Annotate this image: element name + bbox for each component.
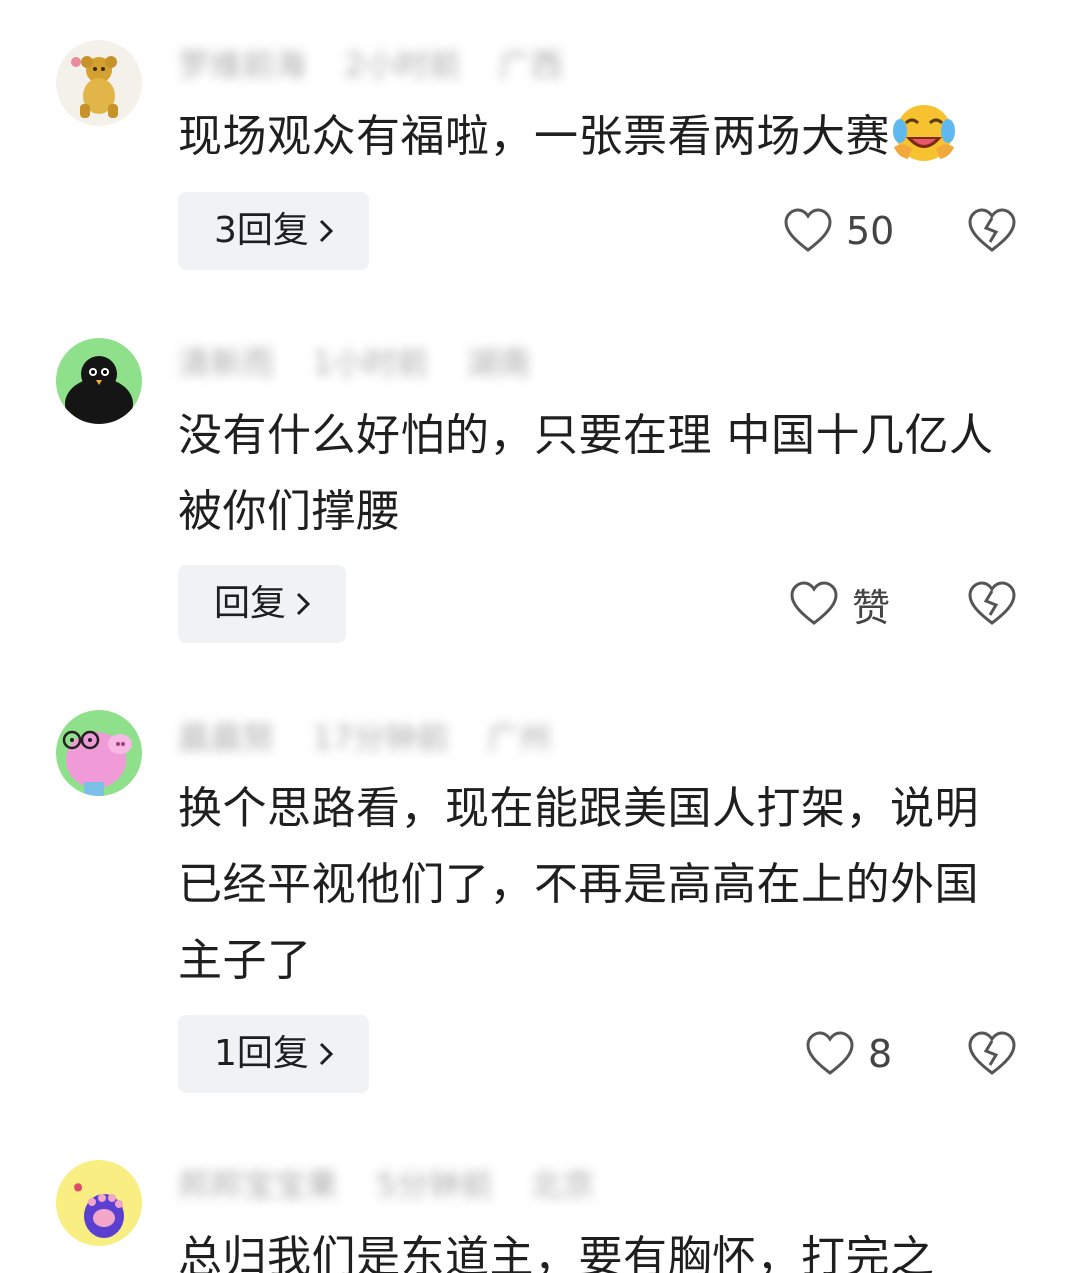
reply-button[interactable]: 1回复 [178,1015,369,1093]
reply-button-label: 1回复 [214,1033,309,1074]
like-button[interactable]: 50 [784,192,894,270]
reply-button[interactable]: 3回复 [178,192,369,270]
heart-outline-icon [784,208,832,252]
comment-meta: 邦邦宝宝果 5分钟前 北京 [178,1165,678,1205]
timestamp: 5分钟前 [376,1166,493,1204]
like-count: 8 [868,1032,893,1076]
username[interactable]: 晨晨努 [178,719,274,757]
like-button[interactable]: 赞 [790,565,890,643]
timestamp: 1小时前 [312,344,429,382]
timestamp: 17分钟前 [312,719,449,757]
avatar[interactable] [56,40,142,126]
chevron-right-icon [296,592,311,616]
reply-button[interactable]: 回复 [178,565,347,643]
avatar[interactable] [56,338,142,424]
black-bird-avatar-icon [56,338,142,424]
avatar[interactable] [56,1160,142,1246]
reply-button-label: 3回复 [214,210,309,251]
reply-button-label: 回复 [214,583,287,624]
location: 北京 [530,1166,595,1204]
dislike-button[interactable] [968,1031,1016,1077]
broken-heart-icon [968,1031,1016,1075]
comment-body: 现场观众有福啦，一张票看两场大赛 [178,111,890,162]
location: 湖南 [466,344,531,382]
like-count: 50 [846,209,895,253]
purple-paw-avatar-icon [56,1160,142,1246]
comment-meta: 晨晨努 17分钟前 广州 [178,718,678,758]
username[interactable]: 邦邦宝宝果 [178,1166,338,1204]
pink-pig-avatar-icon [56,710,142,796]
golden-monkey-avatar-icon [56,40,142,126]
chevron-right-icon [319,219,334,243]
broken-heart-icon [968,581,1016,625]
username[interactable]: 清新而 [178,344,274,382]
dislike-button[interactable] [968,581,1016,627]
broken-heart-icon [968,208,1016,252]
comment-text: 总归我们是东道主，要有胸怀，打完之 [178,1232,935,1273]
username[interactable]: 罗维前海 [178,46,306,84]
location: 广西 [498,46,563,84]
laughing-crying-emoji-icon [893,105,955,161]
comment-meta: 罗维前海 2小时前 广西 [178,45,678,85]
comment-text: 现场观众有福啦，一张票看两场大赛 [178,97,1018,175]
avatar[interactable] [56,710,142,796]
like-button[interactable]: 8 [806,1015,892,1093]
like-label: 赞 [852,585,891,630]
comment-text: 没有什么好怕的，只要在理 中国十几亿人被你们撑腰 [178,410,994,537]
chevron-right-icon [319,1042,334,1066]
location: 广州 [487,719,552,757]
comment-text: 换个思路看，现在能跟美国人打架，说明已经平视他们了，不再是高高在上的外国主子了 [178,783,979,986]
timestamp: 2小时前 [344,46,461,84]
heart-outline-icon [806,1031,854,1075]
heart-outline-icon [790,581,838,625]
dislike-button[interactable] [968,208,1016,254]
comment-meta: 清新而 1小时前 湖南 [178,343,678,383]
